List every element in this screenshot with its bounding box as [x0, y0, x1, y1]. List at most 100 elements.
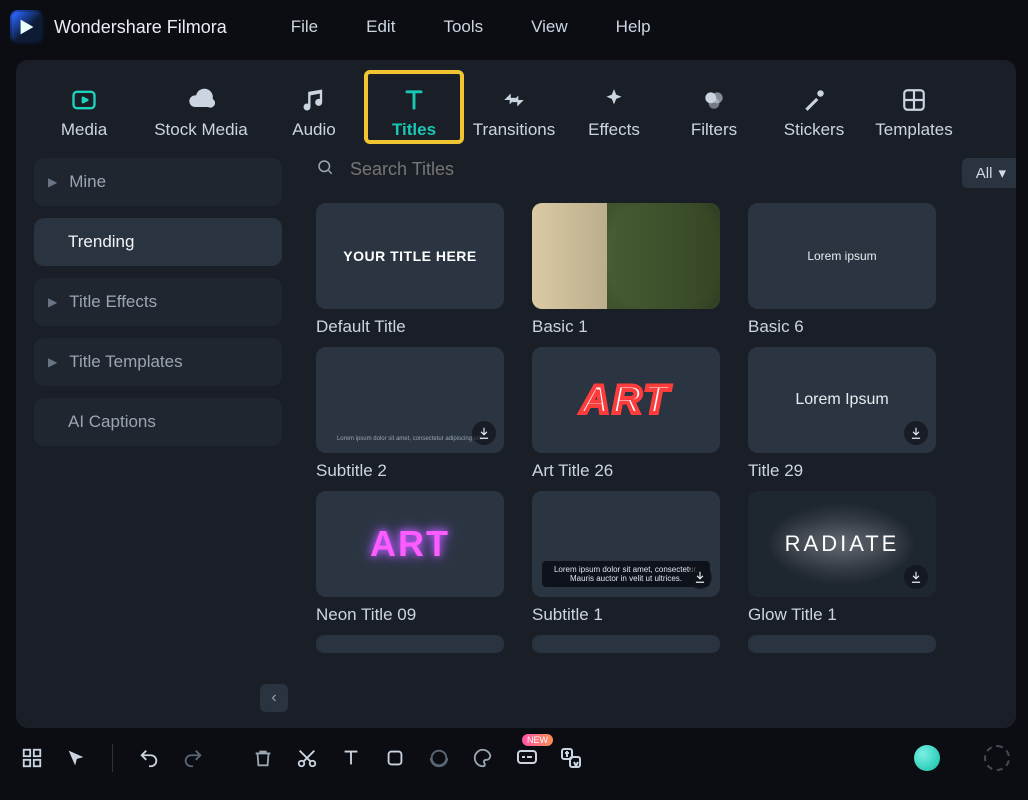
thumb-text: ART: [370, 523, 450, 565]
search-icon: [316, 158, 334, 181]
tab-transitions[interactable]: Transitions: [468, 74, 560, 140]
menu-help[interactable]: Help: [616, 17, 651, 37]
photo-placeholder: [532, 203, 720, 309]
crop-icon[interactable]: [381, 744, 409, 772]
title-caption: Title 29: [748, 461, 936, 481]
music-icon: [300, 86, 328, 114]
menu-bar: File Edit Tools View Help: [291, 17, 651, 37]
menu-file[interactable]: File: [291, 17, 318, 37]
tab-stock-media[interactable]: Stock Media: [142, 74, 260, 140]
tab-audio[interactable]: Audio: [268, 74, 360, 140]
delete-icon[interactable]: [249, 744, 277, 772]
library-content: ▶ Mine Trending ▶ Title Effects ▶ Title …: [16, 148, 1016, 726]
title-card-title29[interactable]: Lorem Ipsum Title 29: [748, 347, 936, 481]
download-icon[interactable]: [688, 565, 712, 589]
download-icon[interactable]: [904, 421, 928, 445]
thumb-text: Lorem ipsum: [807, 249, 876, 263]
title-card-default[interactable]: YOUR TITLE HERE Default Title: [316, 203, 504, 337]
tab-label: Stock Media: [154, 120, 248, 140]
title-card-neon09[interactable]: ART Neon Title 09: [316, 491, 504, 625]
title-card-basic6[interactable]: Lorem ipsum Basic 6: [748, 203, 936, 337]
menu-view[interactable]: View: [531, 17, 568, 37]
translate-icon[interactable]: [557, 744, 585, 772]
apps-icon[interactable]: [18, 744, 46, 772]
mask-icon[interactable]: [425, 744, 453, 772]
filter-dropdown[interactable]: All ▾: [962, 158, 1016, 188]
thumb-text: Lorem ipsum dolor sit amet, consectetur.…: [542, 561, 710, 587]
sidebar-item-ai-captions[interactable]: AI Captions: [34, 398, 282, 446]
thumbnail: Lorem Ipsum: [748, 347, 936, 453]
download-icon[interactable]: [904, 565, 928, 589]
tab-effects[interactable]: Effects: [568, 74, 660, 140]
search-box[interactable]: [316, 158, 592, 181]
sidebar-collapse-button[interactable]: ‹: [260, 684, 288, 712]
app-logo-icon: [16, 16, 38, 38]
new-badge: NEW: [522, 734, 553, 746]
tab-titles[interactable]: Titles: [368, 74, 460, 140]
tab-label: Titles: [392, 120, 436, 140]
thumbnail: ART: [532, 347, 720, 453]
settings-ghost-icon[interactable]: [984, 745, 1010, 771]
layout-icon: [900, 86, 928, 114]
menu-edit[interactable]: Edit: [366, 17, 395, 37]
download-icon[interactable]: [472, 421, 496, 445]
title-caption: Basic 1: [532, 317, 720, 337]
tab-label: Filters: [691, 120, 737, 140]
title-caption: Basic 6: [748, 317, 936, 337]
sidebar-item-label: AI Captions: [68, 412, 156, 432]
title-card-basic1[interactable]: Basic 1: [532, 203, 720, 337]
title-card-subtitle1[interactable]: Lorem ipsum dolor sit amet, consectetur.…: [532, 491, 720, 625]
tab-stickers[interactable]: Stickers: [768, 74, 860, 140]
sidebar-item-label: Trending: [68, 232, 134, 252]
sidebar-item-title-templates[interactable]: ▶ Title Templates: [34, 338, 282, 386]
cut-icon[interactable]: [293, 744, 321, 772]
sidebar-item-mine[interactable]: ▶ Mine: [34, 158, 282, 206]
title-card-glow1[interactable]: RADIATE Glow Title 1: [748, 491, 936, 625]
thumbnail: Lorem ipsum dolor sit amet, consectetur.…: [532, 491, 720, 597]
title-card-ghost: [748, 635, 936, 653]
tab-label: Transitions: [473, 120, 556, 140]
cursor-icon[interactable]: [62, 744, 90, 772]
thumb-text: ART: [581, 378, 671, 423]
thumbnail: [532, 203, 720, 309]
sidebar-item-trending[interactable]: Trending: [34, 218, 282, 266]
media-icon: [70, 86, 98, 114]
text-icon[interactable]: [337, 744, 365, 772]
bottom-toolbar: NEW: [0, 728, 1028, 788]
thumb-text: Lorem ipsum dolor sit amet, consectetur …: [326, 435, 494, 443]
undo-icon[interactable]: [135, 744, 163, 772]
titles-icon: [400, 86, 428, 114]
redo-icon[interactable]: [179, 744, 207, 772]
app-brand: Wondershare Filmora: [4, 10, 227, 44]
sidebar-item-label: Title Templates: [69, 352, 182, 372]
title-caption: Subtitle 2: [316, 461, 504, 481]
sidebar-item-label: Mine: [69, 172, 106, 192]
titles-grid: YOUR TITLE HERE Default Title Basic 1 Lo…: [316, 181, 1000, 661]
title-caption: Subtitle 1: [532, 605, 720, 625]
cloud-icon: [187, 86, 215, 114]
tab-label: Media: [61, 120, 107, 140]
tab-filters[interactable]: Filters: [668, 74, 760, 140]
palette-icon[interactable]: [469, 744, 497, 772]
auto-caption-icon[interactable]: NEW: [513, 744, 541, 772]
category-tabs: Media Stock Media Audio Titles Transitio…: [16, 60, 1016, 148]
chevron-left-icon: ‹: [271, 689, 276, 707]
assistant-avatar[interactable]: [914, 745, 940, 771]
thumbnail: Lorem ipsum dolor sit amet, consectetur …: [316, 347, 504, 453]
tab-media[interactable]: Media: [34, 74, 134, 140]
menu-tools[interactable]: Tools: [443, 17, 483, 37]
title-card-art26[interactable]: ART Art Title 26: [532, 347, 720, 481]
thumb-text: YOUR TITLE HERE: [343, 248, 477, 264]
chevron-down-icon: ▾: [998, 164, 1006, 182]
search-input[interactable]: [348, 158, 592, 181]
search-row: All ▾: [316, 158, 1000, 181]
chevron-right-icon: ▶: [48, 355, 57, 369]
title-card-ghost: [316, 635, 504, 653]
sidebar-item-title-effects[interactable]: ▶ Title Effects: [34, 278, 282, 326]
title-caption: Default Title: [316, 317, 504, 337]
title-card-subtitle2[interactable]: Lorem ipsum dolor sit amet, consectetur …: [316, 347, 504, 481]
title-card-ghost: [532, 635, 720, 653]
transitions-icon: [500, 86, 528, 114]
tab-templates[interactable]: Templates: [868, 74, 960, 140]
thumbnail: YOUR TITLE HERE: [316, 203, 504, 309]
